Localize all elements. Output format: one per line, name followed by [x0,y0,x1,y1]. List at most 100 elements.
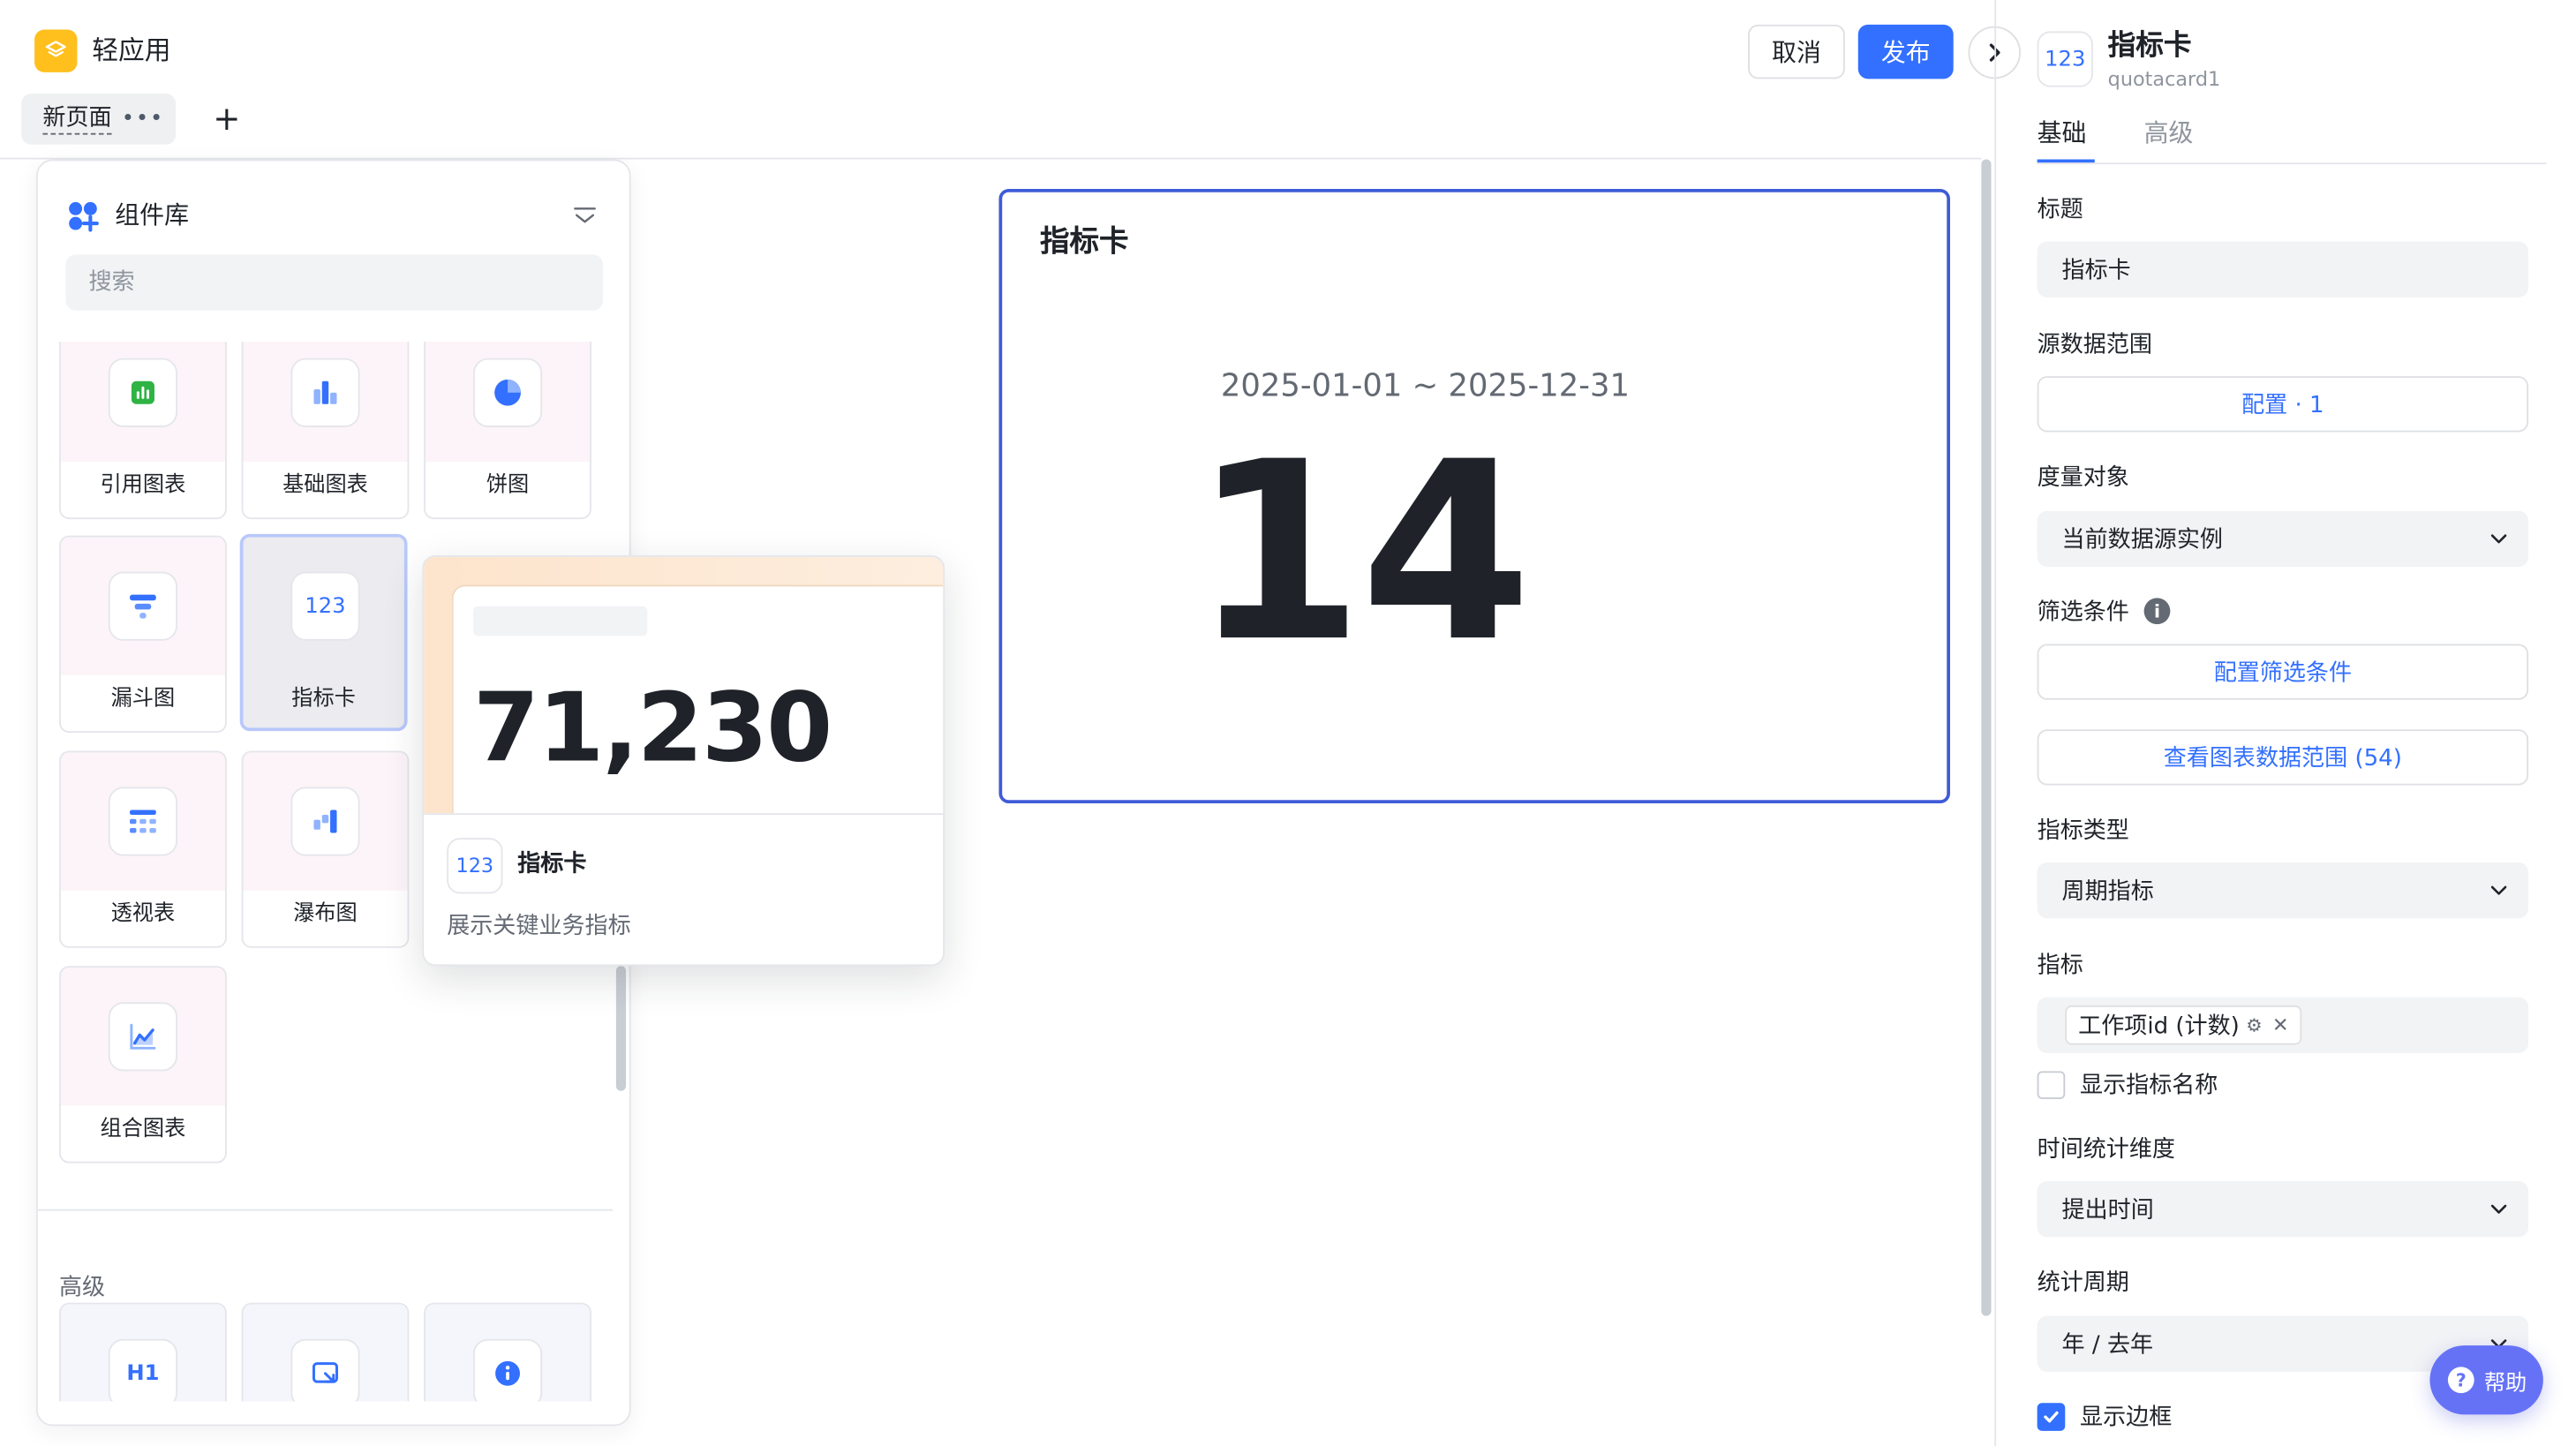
help-icon: ? [2447,1367,2474,1394]
component-card-funnel-chart[interactable]: 漏斗图 [58,535,227,734]
tab-basic[interactable]: 基础 [2037,115,2087,151]
time-dimension-label: 时间统计维度 [2037,1136,2175,1164]
panel-divider [1994,0,1997,1446]
widget-title: 指标卡 [1040,224,1129,260]
library-section-divider [37,1209,614,1211]
component-card-combo-chart[interactable]: 组合图表 [58,966,227,1164]
metric-tag-label: 工作项id (计数) [2078,1013,2240,1041]
collapse-library-icon[interactable] [572,202,599,229]
canvas-scrollbar[interactable] [1981,159,1992,1316]
show-metric-name-label: 显示指标名称 [2080,1073,2218,1100]
component-preview-popup: 71,230 123 指标卡 展示关键业务指标 [422,555,945,967]
library-scrollbar[interactable] [615,966,627,1091]
preview-thumbnail: 71,230 [451,584,944,814]
help-button[interactable]: ? 帮助 [2429,1345,2543,1415]
view-data-range-button[interactable]: 查看图表数据范围 (54) [2037,729,2529,786]
help-label: 帮助 [2483,1371,2527,1396]
library-search-input[interactable] [65,254,603,311]
widget-date-range: 2025-01-01 ~ 2025-12-31 [1220,367,1630,404]
component-card-info[interactable] [424,1302,591,1402]
metric-card-icon: 123 [447,838,503,894]
title-input[interactable]: 指标卡 [2037,241,2529,297]
tab-new-page[interactable]: 新页面 ••• [21,94,177,145]
show-metric-name-checkbox[interactable] [2037,1071,2066,1100]
measure-object-value: 当前数据源实例 [2061,527,2223,554]
preview-title: 指标卡 [517,850,587,877]
metric-card-widget[interactable]: 指标卡 2025-01-01 ~ 2025-12-31 14 [998,189,1951,804]
cancel-button[interactable]: 取消 [1748,24,1845,79]
component-card-pivot-table[interactable]: 透视表 [58,750,227,948]
component-card-label: 透视表 [110,901,176,927]
measure-object-select[interactable]: 当前数据源实例 [2037,510,2529,568]
check-icon [2044,1411,2059,1423]
publish-button[interactable]: 发布 [1857,24,1954,79]
component-id: quotacard1 [2107,67,2221,91]
filter-label: 筛选条件 [2037,599,2129,627]
title-label: 标题 [2037,197,2083,224]
component-card-label: 基础图表 [282,472,368,498]
waterfall-chart-icon [290,787,360,856]
component-card-reference-chart[interactable]: 引用图表 [58,342,227,520]
component-card-pie-chart[interactable]: 饼图 [424,342,591,520]
time-dimension-select[interactable]: 提出时间 [2037,1181,2529,1238]
funnel-chart-icon [108,571,177,641]
measure-object-label: 度量对象 [2037,464,2129,492]
chevron-down-icon [2490,885,2507,895]
metric-select[interactable]: 工作项id (计数) ⚙ ✕ [2037,997,2529,1053]
component-card-label: 组合图表 [100,1117,186,1142]
embed-icon [290,1338,360,1402]
chevron-down-icon [2490,1204,2507,1214]
metric-type-value: 周期指标 [2061,878,2154,906]
component-library-icon [69,201,99,232]
tab-label: 新页面 [42,103,112,135]
period-value: 年 / 去年 [2061,1332,2154,1359]
component-card-label: 瀑布图 [293,901,358,927]
component-card-embed[interactable] [241,1302,410,1402]
component-card-waterfall-chart[interactable]: 瀑布图 [241,750,410,948]
tab-divider [2037,162,2547,165]
component-card-basic-chart[interactable]: 基础图表 [241,342,410,520]
component-card-metric-card[interactable]: 123 指标卡 [239,533,408,732]
configure-filter-button[interactable]: 配置筛选条件 [2037,644,2529,700]
combo-chart-icon [108,1002,177,1072]
time-dimension-value: 提出时间 [2061,1197,2154,1224]
component-card-label: 指标卡 [291,686,356,712]
component-card-label: 引用图表 [100,472,186,498]
show-border-checkbox[interactable] [2037,1403,2066,1431]
more-icon[interactable]: ••• [122,108,164,129]
metric-type-select[interactable]: 周期指标 [2037,862,2529,919]
component-card-heading[interactable]: H1 [58,1302,227,1402]
chevron-down-icon [2490,534,2507,544]
component-card-label: 饼图 [486,472,530,498]
info-icon[interactable]: i [2143,598,2171,625]
library-section-advanced: 高级 [58,1275,106,1301]
metric-type-label: 指标类型 [2037,817,2129,845]
metric-card-icon: 123 [290,571,360,641]
gear-icon[interactable]: ⚙ [2246,1014,2262,1036]
component-title: 指标卡 [2107,29,2192,63]
widget-value: 14 [1192,410,1532,697]
preview-value: 71,230 [472,672,832,784]
app-logo [34,29,78,72]
close-icon[interactable]: ✕ [2272,1013,2289,1036]
configure-source-button[interactable]: 配置 · 1 [2037,376,2529,433]
tab-advanced[interactable]: 高级 [2144,115,2194,151]
reference-chart-icon [108,358,177,427]
app-title: 轻应用 [92,34,171,66]
source-range-label: 源数据范围 [2037,331,2152,358]
layers-icon [45,41,66,57]
component-card-label: 漏斗图 [110,686,176,712]
bar-chart-icon [290,358,360,427]
metric-label: 指标 [2037,953,2083,980]
period-label: 统计周期 [2037,1269,2129,1297]
metric-tag[interactable]: 工作项id (计数) ⚙ ✕ [2065,1005,2302,1045]
preview-description: 展示关键业务指标 [447,913,631,940]
library-title: 组件库 [115,200,190,230]
add-tab-button[interactable]: + [207,95,246,141]
show-border-label: 显示边框 [2080,1405,2173,1431]
info-icon [472,1338,543,1402]
pie-chart-icon [472,358,543,427]
pivot-table-icon [108,787,177,856]
metric-card-icon: 123 [2037,31,2093,87]
heading-icon: H1 [108,1338,177,1402]
